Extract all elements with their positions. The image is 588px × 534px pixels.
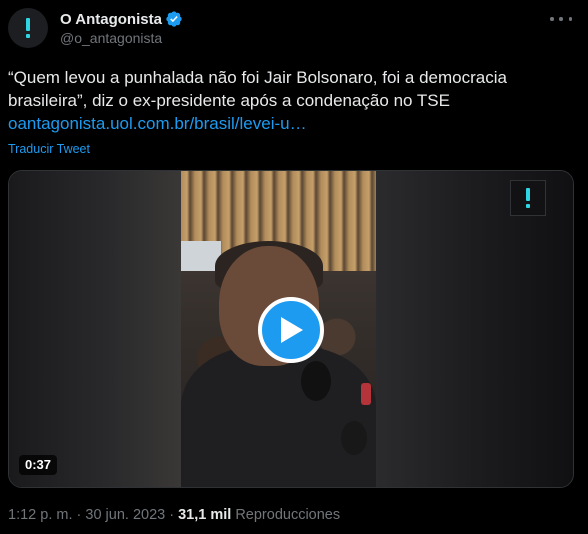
meta-separator: · <box>165 507 179 523</box>
video-player[interactable]: 0:37 <box>8 170 574 488</box>
views-label: Reproducciones <box>235 507 341 523</box>
more-options-icon[interactable] <box>550 10 572 28</box>
author-display-name[interactable]: O Antagonista <box>60 11 162 28</box>
verified-badge-icon <box>166 11 182 27</box>
channel-watermark <box>510 180 546 216</box>
video-blur-right <box>376 171 573 487</box>
tweet-date[interactable]: 30 jun. 2023 <box>85 507 165 523</box>
tweet-card: O Antagonista @o_antagonista “Quem levou… <box>0 0 588 534</box>
video-blur-left <box>9 171 181 487</box>
tweet-time[interactable]: 1:12 p. m. <box>8 507 72 523</box>
author-handle[interactable]: @o_antagonista <box>60 30 162 46</box>
views-count: 31,1 mil <box>178 507 232 523</box>
play-button[interactable] <box>258 297 324 363</box>
play-icon <box>281 317 303 343</box>
author-name-row: O Antagonista <box>60 9 183 29</box>
tweet-link[interactable]: oantagonista.uol.com.br/brasil/levei-u… <box>8 112 568 135</box>
exclamation-logo-icon <box>26 18 30 38</box>
video-duration: 0:37 <box>19 455 58 475</box>
tweet-text: “Quem levou a punhalada não foi Jair Bol… <box>8 66 568 135</box>
meta-separator: · <box>72 507 86 523</box>
translate-tweet-link[interactable]: Traducir Tweet <box>8 142 90 156</box>
tweet-body: “Quem levou a punhalada não foi Jair Bol… <box>8 68 507 110</box>
tweet-meta: 1:12 p. m. · 30 jun. 2023 · 31,1 mil Rep… <box>8 507 340 523</box>
exclamation-logo-icon <box>526 188 530 208</box>
avatar[interactable] <box>8 8 48 48</box>
